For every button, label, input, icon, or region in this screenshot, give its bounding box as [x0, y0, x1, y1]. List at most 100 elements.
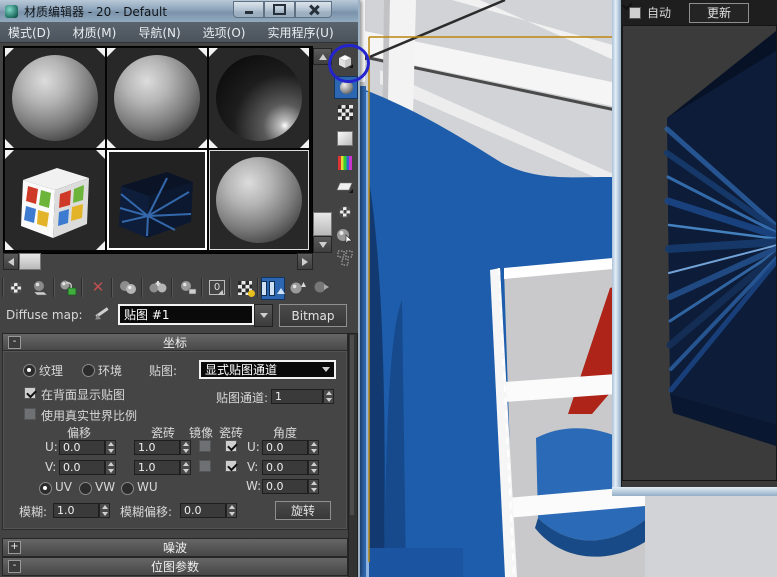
- go-forward-sibling-button[interactable]: [311, 277, 333, 298]
- rotate-button[interactable]: 旋转: [275, 501, 331, 520]
- collapse-icon[interactable]: -: [8, 560, 21, 573]
- assign-material-button[interactable]: [57, 277, 79, 298]
- update-button[interactable]: 更新: [689, 3, 749, 23]
- mirror-header: 镜像: [189, 424, 213, 441]
- make-preview-button[interactable]: [334, 177, 356, 198]
- menu-material[interactable]: 材质(M): [73, 24, 117, 41]
- sample-slot-5-active[interactable]: [107, 150, 207, 250]
- noise-rollout-header[interactable]: + 噪波: [2, 538, 348, 557]
- u-tile-checkbox[interactable]: [225, 440, 237, 452]
- u-mirror-checkbox[interactable]: [199, 440, 211, 452]
- material-map-navigator-button[interactable]: [334, 247, 356, 268]
- material-sphere: [114, 55, 200, 141]
- params-scrollbar[interactable]: [348, 333, 358, 577]
- show-map-in-viewport-button[interactable]: [234, 277, 256, 298]
- offset-header: 偏移: [67, 424, 91, 441]
- u-angle-spinner[interactable]: [308, 440, 319, 455]
- blur-spinner[interactable]: [99, 503, 110, 518]
- v-offset-field[interactable]: 0.0: [59, 460, 105, 475]
- w-angle-spinner[interactable]: [308, 479, 319, 494]
- show-on-back-checkbox[interactable]: [24, 387, 36, 399]
- sample-uv-tiling-button[interactable]: [334, 128, 356, 149]
- map-name-value: 贴图 #1: [124, 306, 170, 323]
- reset-map-button[interactable]: ✕: [87, 277, 109, 298]
- real-world-checkbox[interactable]: [24, 408, 36, 420]
- texture-radio[interactable]: [23, 364, 36, 377]
- map-type-button[interactable]: Bitmap: [279, 304, 347, 327]
- color-check-icon: [338, 156, 352, 170]
- v-tile-checkbox[interactable]: [225, 460, 237, 472]
- blur-offset-spinner[interactable]: [226, 503, 237, 518]
- slots-scroll-left[interactable]: [3, 253, 19, 270]
- get-material-button[interactable]: [5, 277, 27, 298]
- select-by-material-button[interactable]: [334, 225, 356, 246]
- slots-scroll-right[interactable]: [297, 253, 313, 270]
- material-sphere: [12, 55, 98, 141]
- menu-mode[interactable]: 模式(D): [8, 24, 51, 41]
- uv-radio[interactable]: [39, 482, 52, 495]
- u-angle-field[interactable]: 0.0: [262, 440, 308, 455]
- bitmap-params-rollout-header[interactable]: - 位图参数: [2, 557, 348, 576]
- maximize-button[interactable]: [264, 1, 295, 18]
- environment-radio[interactable]: [82, 364, 95, 377]
- auto-checkbox[interactable]: [629, 7, 641, 19]
- sample-slot-3[interactable]: [209, 48, 309, 148]
- menu-options[interactable]: 选项(O): [203, 24, 246, 41]
- u-tiling-spinner[interactable]: [180, 440, 191, 455]
- get-material-icon: [10, 282, 22, 294]
- preview-image-frame: [622, 25, 777, 481]
- wu-radio[interactable]: [121, 482, 134, 495]
- v-tiling-spinner[interactable]: [180, 460, 191, 475]
- slots-hscroll-thumb[interactable]: [19, 253, 41, 270]
- make-material-copy-button[interactable]: [117, 277, 139, 298]
- sample-slot-6[interactable]: [209, 150, 309, 250]
- u-angle-label: U:: [247, 440, 260, 454]
- map-name-combobox[interactable]: 贴图 #1: [118, 304, 254, 325]
- title-bar[interactable]: 材质编辑器 - 20 - Default: [0, 0, 358, 22]
- background-button[interactable]: [334, 102, 356, 123]
- close-button[interactable]: [295, 1, 332, 18]
- map-name-dropdown-arrow[interactable]: [254, 304, 273, 327]
- u-offset-field[interactable]: 0.0: [59, 440, 105, 455]
- map-channel-mode-combobox[interactable]: 显式贴图通道: [199, 360, 336, 379]
- u-offset-spinner[interactable]: [105, 440, 116, 455]
- collapse-icon[interactable]: -: [8, 336, 21, 349]
- sample-slot-4-windows-cube[interactable]: [5, 150, 105, 250]
- put-material-to-scene-button[interactable]: [29, 277, 51, 298]
- make-unique-button[interactable]: [147, 277, 169, 298]
- material-id-channel-button[interactable]: 0: [206, 277, 228, 298]
- go-to-parent-icon: [289, 280, 307, 295]
- u-tiling-field[interactable]: 1.0: [134, 440, 180, 455]
- show-end-result-button[interactable]: [261, 277, 285, 300]
- v-mirror-checkbox[interactable]: [199, 460, 211, 472]
- vw-radio[interactable]: [79, 482, 92, 495]
- v-angle-field[interactable]: 0.0: [262, 460, 308, 475]
- tile-header: 瓷砖: [219, 424, 243, 441]
- blur-offset-field[interactable]: 0.0: [180, 503, 226, 518]
- go-to-parent-button[interactable]: [287, 277, 309, 298]
- options-button[interactable]: [334, 201, 356, 222]
- sample-slot-2[interactable]: [107, 48, 207, 148]
- slots-vscroll-thumb[interactable]: [313, 212, 332, 236]
- blur-offset-label: 模糊偏移:: [120, 503, 172, 520]
- params-scroll-thumb[interactable]: [350, 335, 354, 515]
- map-mode-label: 贴图:: [149, 362, 177, 379]
- sample-slot-1[interactable]: [5, 48, 105, 148]
- map-channel-spinner[interactable]: [323, 389, 334, 404]
- show-end-result-icon: [261, 281, 285, 296]
- map-channel-field[interactable]: 1: [271, 389, 323, 404]
- v-angle-spinner[interactable]: [308, 460, 319, 475]
- slots-scroll-down[interactable]: [313, 236, 332, 253]
- v-offset-spinner[interactable]: [105, 460, 116, 475]
- video-color-check-button[interactable]: [334, 152, 356, 173]
- w-angle-field[interactable]: 0.0: [262, 479, 308, 494]
- menu-navigation[interactable]: 导航(N): [138, 24, 180, 41]
- put-to-library-button[interactable]: [177, 277, 199, 298]
- menu-utilities[interactable]: 实用程序(U): [267, 24, 333, 41]
- blur-field[interactable]: 1.0: [53, 503, 99, 518]
- tiling-header: 瓷砖: [151, 424, 175, 441]
- v-angle-label: V:: [247, 460, 258, 474]
- expand-icon[interactable]: +: [8, 541, 21, 554]
- v-tiling-field[interactable]: 1.0: [134, 460, 180, 475]
- minimize-button[interactable]: [233, 1, 264, 18]
